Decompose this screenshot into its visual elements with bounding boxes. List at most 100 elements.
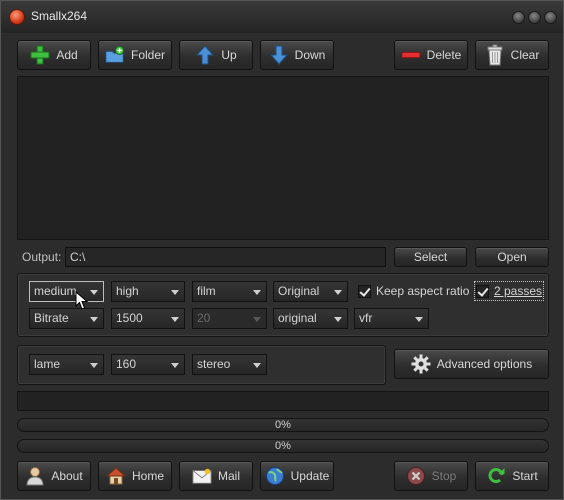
window-title: Smallx264	[31, 9, 88, 23]
maximize-icon[interactable]	[528, 11, 541, 24]
audio-bitrate-value: 160	[116, 357, 137, 371]
stop-button: Stop	[394, 461, 468, 491]
framerate-mode-value: vfr	[359, 311, 373, 325]
mail-label: Mail	[217, 469, 240, 483]
down-button[interactable]: Down	[260, 40, 334, 70]
down-label: Down	[294, 48, 326, 62]
ratecontrol-value: Bitrate	[34, 311, 69, 325]
user-icon	[25, 466, 45, 486]
chevron-down-icon	[90, 363, 98, 368]
size-value: Original	[278, 284, 320, 298]
chevron-down-icon	[171, 290, 179, 295]
main-window: Smallx264 Add Folder Up Down Delete Clea…	[0, 0, 564, 500]
progress-bar-2: 0%	[17, 439, 549, 453]
open-label: Open	[497, 250, 527, 264]
keep-aspect-checkbox[interactable]: Keep aspect ratio	[358, 283, 469, 299]
minimize-icon[interactable]	[512, 11, 525, 24]
two-passes-label: 2 passes	[494, 284, 543, 298]
delete-label: Delete	[426, 48, 462, 62]
chevron-down-icon	[253, 290, 261, 295]
fps-value: original	[278, 311, 317, 325]
chevron-down-icon	[171, 317, 179, 322]
stop-label: Stop	[431, 469, 457, 483]
progress-bar-1: 0%	[17, 418, 549, 432]
delete-button[interactable]: Delete	[394, 40, 468, 70]
arrow-up-icon	[195, 45, 215, 65]
audio-codec-value: lame	[34, 357, 61, 371]
minus-icon	[401, 45, 421, 65]
crf-value: 20	[197, 311, 211, 325]
chevron-down-icon	[334, 290, 342, 295]
about-label: About	[51, 469, 83, 483]
file-list[interactable]	[17, 76, 549, 240]
select-button[interactable]: Select	[394, 247, 467, 267]
audio-channels-value: stereo	[197, 357, 231, 371]
chevron-down-icon	[253, 317, 261, 322]
chevron-down-icon	[253, 363, 261, 368]
mail-icon	[192, 466, 212, 486]
up-label: Up	[221, 48, 237, 62]
folder-label: Folder	[130, 48, 165, 62]
start-button[interactable]: Start	[475, 461, 549, 491]
progress-text-1: 0%	[275, 419, 291, 431]
refresh-icon	[486, 466, 506, 486]
preset-select[interactable]: medium	[29, 281, 104, 302]
tune-select[interactable]: film	[192, 281, 267, 302]
bitrate-select[interactable]: 1500	[111, 308, 185, 329]
folder-add-icon	[105, 45, 125, 65]
clear-label: Clear	[510, 48, 540, 62]
add-button[interactable]: Add	[17, 40, 91, 70]
add-label: Add	[56, 48, 78, 62]
audio-codec-select[interactable]: lame	[29, 354, 104, 375]
title-bar[interactable]: Smallx264	[1, 1, 563, 33]
home-icon	[105, 466, 126, 486]
framerate-mode-select[interactable]: vfr	[354, 308, 429, 329]
home-button[interactable]: Home	[98, 461, 172, 491]
profile-value: high	[116, 284, 139, 298]
audio-bitrate-select[interactable]: 160	[111, 354, 185, 375]
update-button[interactable]: Update	[260, 461, 334, 491]
fps-select[interactable]: original	[273, 308, 348, 329]
status-bar	[17, 391, 549, 411]
chevron-down-icon	[171, 363, 179, 368]
tune-value: film	[197, 284, 216, 298]
preset-value: medium	[34, 284, 77, 298]
checkmark-icon	[358, 284, 371, 298]
keep-aspect-label: Keep aspect ratio	[376, 284, 470, 298]
open-button[interactable]: Open	[475, 247, 549, 267]
update-label: Update	[290, 469, 330, 483]
profile-select[interactable]: high	[111, 281, 185, 302]
checkmark-icon	[476, 284, 489, 298]
size-select[interactable]: Original	[273, 281, 348, 302]
bitrate-value: 1500	[116, 311, 143, 325]
advanced-options-label: Advanced options	[436, 357, 533, 371]
gear-icon	[411, 354, 431, 374]
chevron-down-icon	[90, 317, 98, 322]
home-label: Home	[131, 469, 164, 483]
clear-button[interactable]: Clear	[475, 40, 549, 70]
progress-text-2: 0%	[275, 440, 291, 452]
arrow-down-icon	[269, 45, 289, 65]
ratecontrol-select[interactable]: Bitrate	[29, 308, 104, 329]
chevron-down-icon	[334, 317, 342, 322]
mail-button[interactable]: Mail	[179, 461, 253, 491]
folder-button[interactable]: Folder	[98, 40, 172, 70]
trash-icon	[485, 44, 505, 66]
about-button[interactable]: About	[17, 461, 91, 491]
output-path-field[interactable]: C:\	[65, 247, 386, 267]
two-passes-checkbox[interactable]: 2 passes	[473, 281, 545, 301]
app-icon	[9, 9, 25, 25]
globe-icon	[265, 466, 285, 486]
crf-select: 20	[192, 308, 267, 329]
start-label: Start	[512, 469, 538, 483]
audio-channels-select[interactable]: stereo	[192, 354, 267, 375]
up-button[interactable]: Up	[179, 40, 253, 70]
advanced-options-button[interactable]: Advanced options	[394, 349, 549, 379]
output-label: Output:	[22, 250, 62, 264]
close-icon[interactable]	[544, 11, 557, 24]
chevron-down-icon	[415, 317, 423, 322]
plus-icon	[30, 45, 50, 65]
stop-icon	[406, 466, 426, 486]
chevron-down-icon	[90, 290, 98, 295]
select-label: Select	[413, 250, 448, 264]
